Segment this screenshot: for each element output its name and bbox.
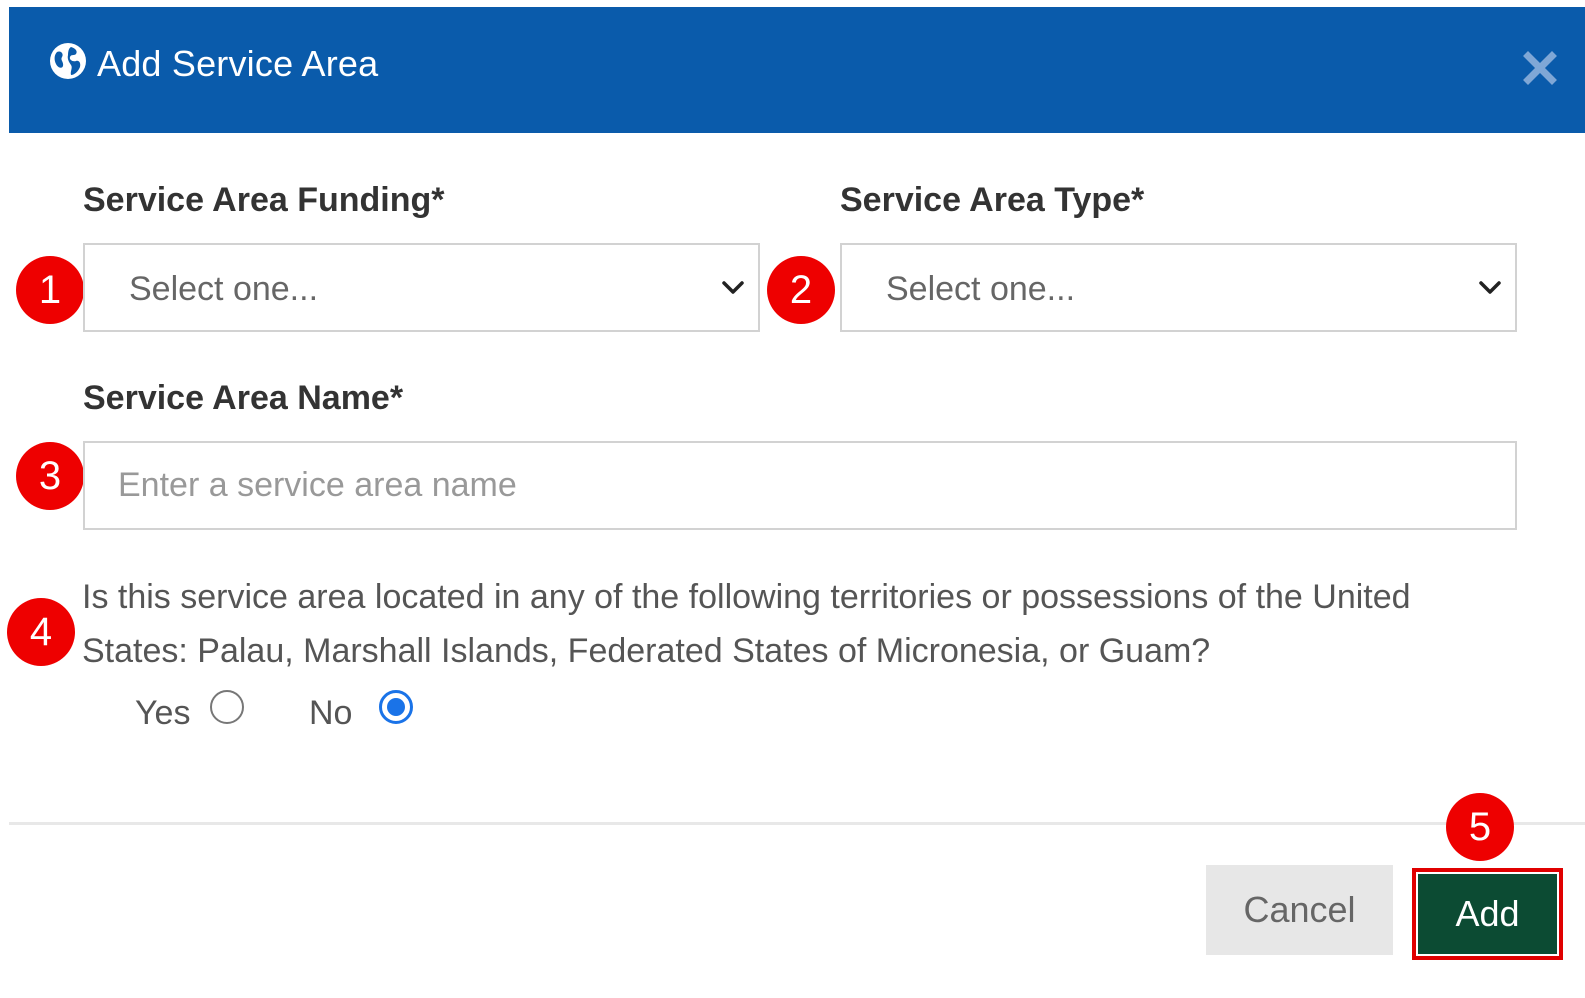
dialog-title: Add Service Area: [97, 43, 379, 84]
name-field[interactable]: [83, 441, 1517, 530]
type-select-value: Select one...: [886, 270, 1076, 308]
name-label: Service Area Name*: [83, 379, 404, 417]
territory-question: Is this service area located in any of t…: [82, 578, 1411, 670]
step-marker-1: 1: [16, 256, 84, 324]
dialog-header: Add Service Area: [9, 7, 1585, 133]
radio-yes-label: Yes: [135, 694, 191, 732]
chevron-down-icon: [722, 281, 744, 294]
globe-icon: [50, 43, 86, 79]
footer-divider: [9, 822, 1585, 825]
name-input[interactable]: [85, 443, 1515, 528]
type-label: Service Area Type*: [840, 181, 1145, 219]
chevron-down-icon: [1479, 281, 1501, 294]
radio-no-label: No: [309, 694, 353, 732]
funding-select-value: Select one...: [129, 270, 319, 308]
funding-label: Service Area Funding*: [83, 181, 445, 219]
add-service-area-dialog: Add Service Area Service Area Funding* 1…: [0, 0, 1585, 998]
step-marker-2: 2: [767, 256, 835, 324]
step-marker-4: 4: [7, 598, 75, 666]
step-marker-5: 5: [1446, 793, 1514, 861]
add-button[interactable]: Add: [1418, 874, 1557, 954]
funding-select[interactable]: Select one...: [83, 243, 760, 332]
step-marker-3: 3: [16, 442, 84, 510]
radio-no[interactable]: [379, 690, 413, 724]
type-select[interactable]: Select one...: [840, 243, 1517, 332]
radio-yes[interactable]: [210, 690, 244, 724]
cancel-button[interactable]: Cancel: [1206, 865, 1393, 955]
close-icon[interactable]: [1523, 51, 1557, 85]
